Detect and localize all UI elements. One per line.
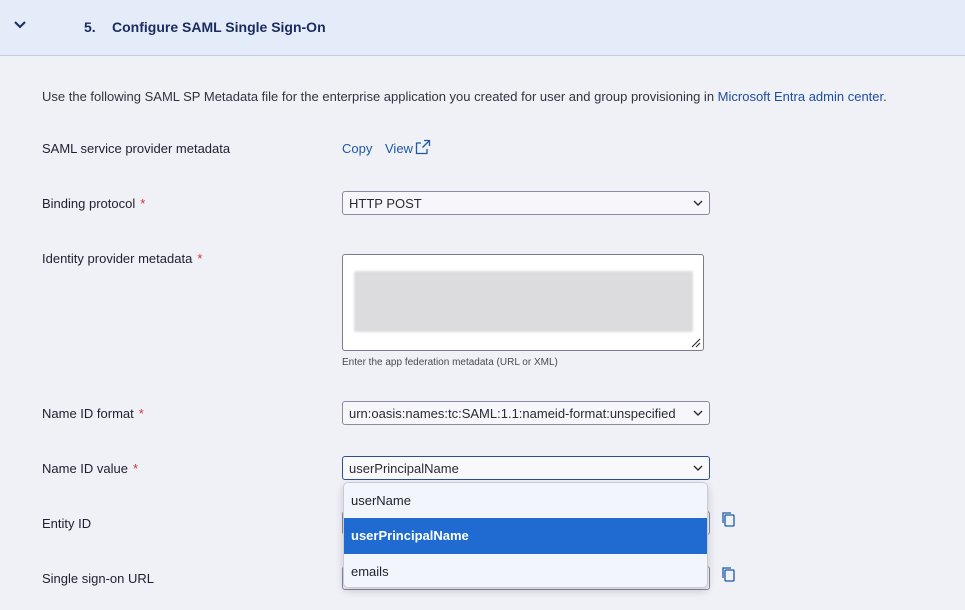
view-link[interactable]: View: [385, 141, 413, 156]
binding-protocol-label-text: Binding protocol: [42, 196, 136, 211]
dropdown-option-userprincipalname[interactable]: userPrincipalName: [344, 518, 707, 554]
chevron-down-icon[interactable]: [13, 18, 27, 32]
redacted-content: [354, 271, 693, 332]
external-link-icon[interactable]: [415, 139, 431, 155]
entity-id-label: Entity ID: [42, 516, 92, 531]
sp-metadata-label: SAML service provider metadata: [42, 141, 231, 156]
nameid-value-value: userPrincipalName: [349, 461, 459, 476]
chevron-down-icon: [693, 410, 703, 416]
intro-body: Use the following SAML SP Metadata file …: [42, 89, 718, 104]
nameid-value-select[interactable]: userPrincipalName: [342, 456, 710, 480]
nameid-value-dropdown: userName userPrincipalName emails: [343, 482, 708, 588]
intro-text: Use the following SAML SP Metadata file …: [42, 89, 887, 104]
required-marker: *: [132, 461, 139, 476]
binding-protocol-select[interactable]: HTTP POST: [342, 191, 710, 215]
required-marker: *: [138, 406, 144, 421]
idp-metadata-helper: Enter the app federation metadata (URL o…: [342, 357, 558, 368]
step-number: 5.: [84, 19, 96, 35]
intro-end: .: [883, 89, 887, 104]
idp-metadata-label-text: Identity provider metadata: [42, 251, 193, 266]
chevron-down-icon: [693, 200, 703, 206]
nameid-format-select[interactable]: urn:oasis:names:tc:SAML:1.1:nameid-forma…: [342, 401, 710, 425]
idp-metadata-label: Identity provider metadata *: [42, 251, 202, 266]
nameid-value-label: Name ID value *: [42, 461, 138, 476]
required-marker: *: [197, 251, 203, 266]
dropdown-option-username[interactable]: userName: [344, 483, 707, 519]
nameid-format-label: Name ID format *: [42, 406, 144, 421]
section-header[interactable]: 5. Configure SAML Single Sign-On: [0, 0, 965, 56]
dropdown-option-emails[interactable]: emails: [344, 554, 707, 587]
binding-protocol-value: HTTP POST: [349, 196, 422, 211]
required-marker: *: [140, 196, 146, 211]
binding-protocol-label: Binding protocol *: [42, 196, 145, 211]
copy-icon[interactable]: [721, 566, 735, 582]
idp-metadata-textarea[interactable]: [342, 254, 704, 351]
copy-link[interactable]: Copy: [342, 141, 372, 156]
resize-handle-icon[interactable]: [689, 336, 701, 348]
nameid-format-label-text: Name ID format: [42, 406, 134, 421]
nameid-format-value: urn:oasis:names:tc:SAML:1.1:nameid-forma…: [349, 406, 676, 421]
section-title: Configure SAML Single Sign-On: [112, 19, 326, 35]
sso-url-label: Single sign-on URL: [42, 571, 155, 586]
entra-admin-link[interactable]: Microsoft Entra admin center: [718, 89, 883, 104]
copy-icon[interactable]: [721, 511, 735, 527]
nameid-value-label-text: Name ID value: [42, 461, 128, 476]
chevron-down-icon: [693, 465, 703, 471]
